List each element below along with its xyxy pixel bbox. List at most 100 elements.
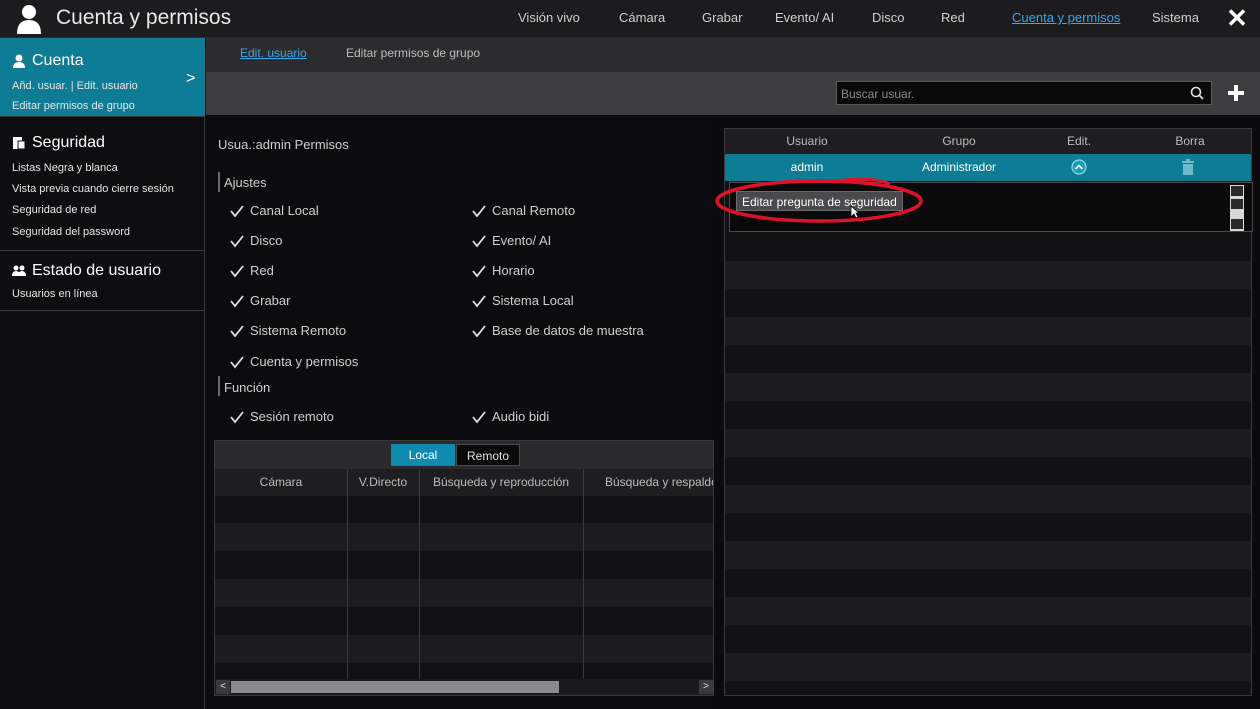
perm-item[interactable]: Sesión remoto bbox=[230, 409, 334, 424]
annotation-ellipse bbox=[715, 178, 923, 223]
sidebar-link-blacklist[interactable]: Listas Negra y blanca bbox=[12, 162, 118, 174]
column-divider bbox=[583, 469, 584, 679]
chevron-up-circle-icon[interactable] bbox=[1071, 159, 1087, 175]
nav-sistema[interactable]: Sistema bbox=[1152, 10, 1199, 25]
sidebar-link-add-user[interactable]: Añd. usuar. bbox=[12, 80, 68, 92]
add-icon[interactable] bbox=[1226, 83, 1246, 103]
tab-local[interactable]: Local bbox=[391, 444, 455, 466]
perm-item[interactable]: Audio bidi bbox=[472, 409, 549, 424]
column-header: Usuario bbox=[786, 134, 828, 148]
column-header: Búsqueda y reproducción bbox=[432, 475, 570, 489]
check-icon bbox=[230, 324, 244, 337]
column-header: Borra bbox=[1175, 134, 1205, 148]
check-icon bbox=[472, 294, 486, 307]
horizontal-scrollbar[interactable]: < > bbox=[215, 679, 713, 695]
nav-camara[interactable]: Cámara bbox=[619, 10, 665, 25]
perm-item[interactable]: Disco bbox=[230, 233, 283, 248]
perm-item[interactable]: Grabar bbox=[230, 293, 290, 308]
table-row bbox=[725, 261, 1251, 289]
nav-evento-ai[interactable]: Evento/ AI bbox=[775, 10, 834, 25]
nav-cuenta-permisos[interactable]: Cuenta y permisos bbox=[1012, 10, 1120, 25]
check-icon bbox=[230, 264, 244, 277]
check-icon bbox=[472, 410, 486, 423]
perm-item[interactable]: Canal Local bbox=[230, 203, 319, 218]
sidebar-link-preview-logout[interactable]: Vista previa cuando cierre sesión bbox=[12, 183, 174, 195]
table-header: Usuario Grupo Edit. Borra bbox=[725, 129, 1251, 154]
cell-grupo: Administrador bbox=[921, 160, 997, 174]
tab-edit-user[interactable]: Edit. usuario bbox=[240, 46, 307, 60]
column-divider bbox=[347, 469, 348, 679]
section-marker bbox=[218, 376, 220, 396]
table-row bbox=[725, 429, 1251, 457]
chevron-right-icon: > bbox=[186, 70, 196, 87]
tab-remoto[interactable]: Remoto bbox=[456, 444, 520, 466]
check-icon bbox=[230, 234, 244, 247]
nav-vision-vivo[interactable]: Visión vivo bbox=[518, 10, 580, 25]
tab-group-permissions[interactable]: Editar permisos de grupo bbox=[346, 46, 480, 60]
separator: | bbox=[70, 80, 74, 92]
sidebar-link-edit-user[interactable]: Edit. usuario bbox=[77, 80, 138, 92]
check-icon bbox=[472, 324, 486, 337]
sidebar-link-password-security[interactable]: Seguridad del password bbox=[12, 226, 130, 238]
divider bbox=[0, 116, 205, 117]
close-icon[interactable]: ✕ bbox=[1222, 3, 1252, 33]
sidebar-item-seguridad[interactable]: Seguridad bbox=[12, 134, 105, 152]
column-header: Cámara bbox=[259, 475, 303, 489]
camera-permissions-table: Local Remoto Cámara V.Directo Búsqueda y… bbox=[214, 440, 714, 696]
sidebar-link-network-security[interactable]: Seguridad de red bbox=[12, 204, 96, 216]
nav-disco[interactable]: Disco bbox=[872, 10, 905, 25]
check-icon bbox=[472, 234, 486, 247]
sidebar-link-group-permissions[interactable]: Editar permisos de grupo bbox=[12, 100, 135, 112]
column-header: Grupo bbox=[942, 134, 976, 148]
search-input[interactable] bbox=[841, 85, 1181, 102]
table-row bbox=[725, 653, 1251, 681]
table-row bbox=[725, 317, 1251, 345]
column-header: Búsqueda y respaldo bbox=[605, 475, 714, 489]
scrollbar-thumb[interactable] bbox=[1231, 199, 1243, 209]
table-row[interactable]: admin Administrador bbox=[725, 154, 1251, 181]
top-bar: Cuenta y permisos Visión vivo Cámara Gra… bbox=[0, 0, 1260, 38]
table-row bbox=[725, 597, 1251, 625]
perm-item[interactable]: Sistema Local bbox=[472, 293, 574, 308]
column-divider bbox=[419, 469, 420, 679]
check-icon bbox=[230, 410, 244, 423]
sidebar-item-label: Cuenta bbox=[32, 52, 84, 69]
search-icon[interactable] bbox=[1189, 85, 1207, 102]
nav-grabar[interactable]: Grabar bbox=[702, 10, 742, 25]
sidebar-link-online-users[interactable]: Usuarios en línea bbox=[12, 288, 98, 300]
users-icon bbox=[12, 265, 26, 276]
user-icon bbox=[17, 5, 41, 34]
perm-item[interactable]: Sistema Remoto bbox=[230, 323, 346, 338]
mouse-cursor-icon bbox=[850, 205, 860, 219]
column-header: V.Directo bbox=[358, 475, 408, 489]
sidebar-item-label: Seguridad bbox=[32, 134, 105, 151]
check-icon bbox=[230, 294, 244, 307]
sidebar-item-estado[interactable]: Estado de usuario bbox=[12, 262, 161, 280]
cell-usuario: admin bbox=[790, 160, 824, 174]
perm-item[interactable]: Cuenta y permisos bbox=[230, 354, 358, 369]
table-row bbox=[725, 485, 1251, 513]
table-row bbox=[725, 541, 1251, 569]
check-icon bbox=[230, 204, 244, 217]
trash-icon[interactable] bbox=[1181, 159, 1195, 175]
scroll-down-icon[interactable] bbox=[1231, 219, 1243, 229]
check-icon bbox=[230, 355, 244, 368]
nav-red[interactable]: Red bbox=[941, 10, 965, 25]
scroll-up-icon[interactable] bbox=[1231, 186, 1243, 196]
perm-item[interactable]: Canal Remoto bbox=[472, 203, 575, 218]
sidebar: Cuenta Añd. usuar. | Edit. usuario Edita… bbox=[0, 38, 205, 709]
scrollbar-thumb[interactable] bbox=[231, 681, 559, 693]
sidebar-item-cuenta[interactable]: Cuenta Añd. usuar. | Edit. usuario Edita… bbox=[0, 38, 205, 116]
sidebar-item-label: Estado de usuario bbox=[32, 262, 161, 279]
check-icon bbox=[472, 204, 486, 217]
scroll-left-icon[interactable]: < bbox=[216, 680, 230, 694]
section-marker bbox=[218, 172, 220, 192]
page-title: Cuenta y permisos bbox=[56, 6, 232, 29]
vertical-scrollbar[interactable] bbox=[1230, 185, 1244, 231]
scroll-right-icon[interactable]: > bbox=[699, 680, 713, 694]
perm-item[interactable]: Evento/ AI bbox=[472, 233, 551, 248]
table-row bbox=[215, 579, 713, 607]
perm-item[interactable]: Horario bbox=[472, 263, 535, 278]
perm-item[interactable]: Base de datos de muestra bbox=[472, 323, 644, 338]
perm-item[interactable]: Red bbox=[230, 263, 274, 278]
